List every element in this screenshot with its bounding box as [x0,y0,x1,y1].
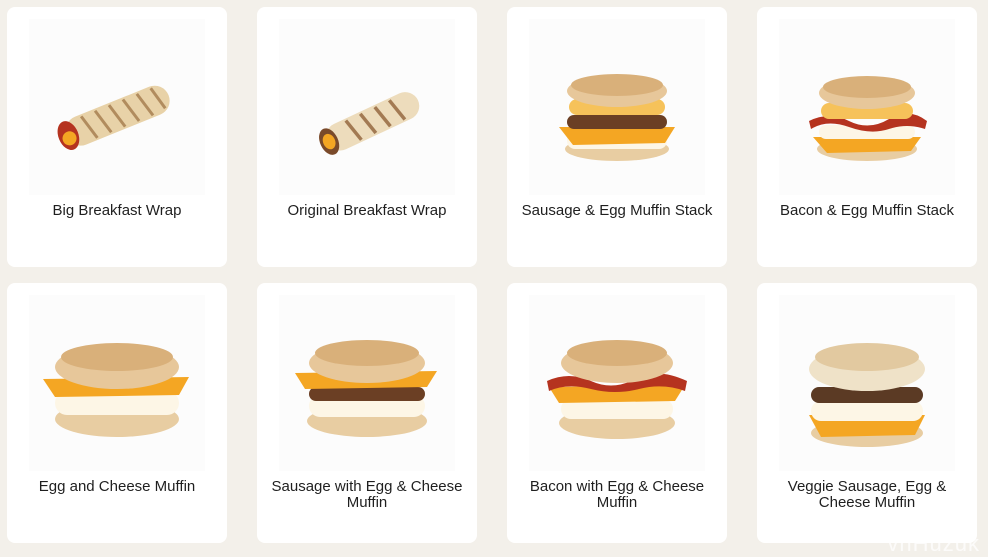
item-name: Veggie Sausage, Egg & Cheese Muffin [787,478,947,511]
watermark: vnHuzuk [887,531,980,556]
wrap-big-icon [29,19,205,195]
menu-item-bacon-egg-cheese-muffin[interactable]: Bacon with Egg & Cheese Muffin [507,283,727,543]
bacon-egg-stack-icon [779,19,955,195]
menu-item-big-breakfast-wrap[interactable]: Big Breakfast Wrap [7,7,227,267]
egg-cheese-muffin-icon [29,295,205,471]
wrap-original-icon [279,19,455,195]
bacon-egg-cheese-muffin-icon [529,295,705,471]
menu-item-egg-and-cheese-muffin[interactable]: Egg and Cheese Muffin [7,283,227,543]
menu-item-veggie-sausage-egg-cheese-muffin[interactable]: Veggie Sausage, Egg & Cheese Muffin [757,283,977,543]
menu-item-sausage-egg-muffin-stack[interactable]: Sausage & Egg Muffin Stack [507,7,727,267]
sausage-egg-stack-icon [529,19,705,195]
menu-grid: Big Breakfast Wrap Original Breakfast Wr… [7,7,977,543]
menu-item-sausage-egg-cheese-muffin[interactable]: Sausage with Egg & Cheese Muffin [257,283,477,543]
item-name: Sausage with Egg & Cheese Muffin [271,478,463,511]
item-name: Bacon & Egg Muffin Stack [780,202,954,219]
sausage-egg-cheese-muffin-icon [279,295,455,471]
item-name: Big Breakfast Wrap [52,202,182,219]
item-name: Egg and Cheese Muffin [38,478,196,495]
menu-item-bacon-egg-muffin-stack[interactable]: Bacon & Egg Muffin Stack [757,7,977,267]
menu-item-original-breakfast-wrap[interactable]: Original Breakfast Wrap [257,7,477,267]
item-name: Original Breakfast Wrap [287,202,447,219]
veggie-sausage-egg-cheese-muffin-icon [779,295,955,471]
item-name: Bacon with Egg & Cheese Muffin [529,478,705,511]
item-name: Sausage & Egg Muffin Stack [521,202,713,219]
